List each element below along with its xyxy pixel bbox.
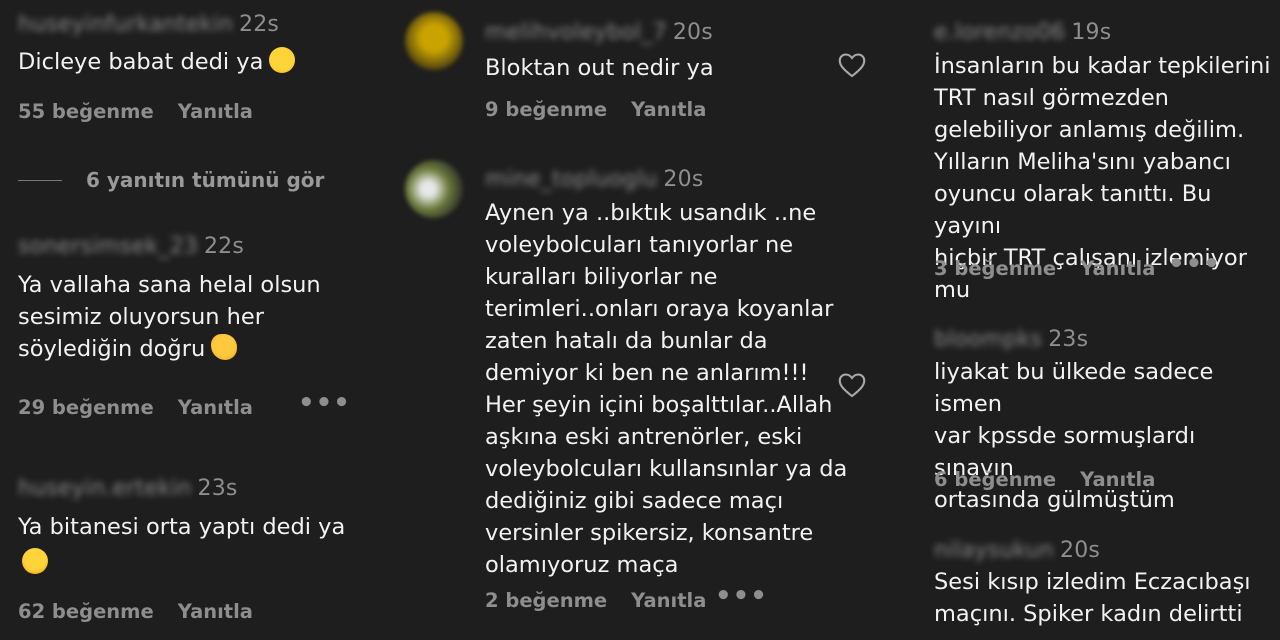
shocked-emoji-icon: [22, 548, 48, 574]
comment-actions: 6 beğenme Yanıtla: [934, 468, 1155, 491]
comment-column-middle: melihvoleybol_7 20s Bloktan out nedir ya …: [395, 0, 885, 640]
comment-username-row[interactable]: huseyin.ertekin 23s: [18, 476, 238, 501]
timestamp[interactable]: 22s: [204, 234, 244, 259]
reply-button[interactable]: Yanıtla: [1080, 257, 1155, 280]
reply-button[interactable]: Yanıtla: [178, 100, 253, 123]
comment-actions: 2 beğenme Yanıtla: [485, 589, 706, 612]
view-replies-button[interactable]: 6 yanıtın tümünü gör: [86, 168, 324, 192]
comment-text: Aynen ya ..bıktık usandık ..ne voleybolc…: [485, 200, 848, 578]
comment-body: Ya bitanesi orta yaptı dedi ya: [18, 514, 346, 540]
laughing-emoji-icon: [269, 47, 296, 73]
reply-button[interactable]: Yanıtla: [631, 589, 706, 612]
timestamp[interactable]: 23s: [1048, 327, 1088, 352]
username[interactable]: nilaysukun: [934, 538, 1054, 563]
timestamp[interactable]: 20s: [663, 167, 703, 192]
comment-actions: 55 beğenme Yanıtla: [18, 100, 253, 123]
username[interactable]: e.lorenzo06: [934, 20, 1065, 45]
username[interactable]: melihvoleybol_7: [485, 20, 667, 45]
timestamp[interactable]: 20s: [673, 20, 713, 45]
comment-text: Bloktan out nedir ya: [485, 55, 714, 81]
comment-body: Ya vallaha sana helal olsun sesimiz oluy…: [18, 272, 321, 362]
like-count[interactable]: 9 beğenme: [485, 98, 607, 121]
like-count[interactable]: 2 beğenme: [485, 589, 607, 612]
comment-username-row[interactable]: nilaysukun 20s: [934, 538, 1100, 563]
comment-username-row[interactable]: sonersimsek_23 22s: [18, 234, 244, 259]
username[interactable]: sonersimsek_23: [18, 234, 198, 259]
timestamp[interactable]: 22s: [239, 12, 279, 37]
avatar[interactable]: [405, 12, 463, 70]
comment-actions: 29 beğenme Yanıtla: [18, 396, 253, 419]
comment-text: Sesi kısıp izledim Eczacıbaşı maçını. Sp…: [934, 569, 1251, 627]
username[interactable]: mine_topluoglu: [485, 167, 657, 192]
like-count[interactable]: 3 beğenme: [934, 257, 1056, 280]
more-options-icon[interactable]: •••: [298, 388, 351, 418]
comment-column-left: huseyinfurkantekin 22s Dicleye babat dedi…: [0, 0, 380, 640]
comment-text: Ya vallaha sana helal olsun sesimiz oluy…: [18, 269, 378, 365]
more-options-icon[interactable]: •••: [715, 581, 768, 611]
comment-body: Dicleye babat dedi ya: [18, 49, 264, 75]
avatar[interactable]: [405, 160, 463, 218]
reply-button[interactable]: Yanıtla: [631, 98, 706, 121]
like-heart-icon[interactable]: [838, 372, 866, 398]
comment-username-row[interactable]: mine_topluoglu 20s: [485, 167, 703, 192]
username[interactable]: bloompks: [934, 327, 1042, 352]
comment-actions: 62 beğenme Yanıtla: [18, 600, 253, 623]
comment-username-row[interactable]: bloompks 23s: [934, 327, 1088, 352]
comment-text: liyakat bu ülkede sadece ismen var kpssd…: [934, 359, 1214, 513]
divider-line: [18, 180, 62, 181]
like-heart-icon[interactable]: [838, 52, 866, 78]
comment-column-right: e.lorenzo06 19s İnsanların bu kadar tepki…: [920, 0, 1280, 640]
comment-actions: 3 beğenme Yanıtla: [934, 257, 1155, 280]
comment-text: Ya bitanesi orta yaptı dedi ya: [18, 511, 366, 543]
username[interactable]: huseyinfurkantekin: [18, 12, 233, 37]
timestamp[interactable]: 19s: [1071, 20, 1111, 45]
like-count[interactable]: 6 beğenme: [934, 468, 1056, 491]
timestamp[interactable]: 20s: [1060, 538, 1100, 563]
like-count[interactable]: 62 beğenme: [18, 600, 154, 623]
timestamp[interactable]: 23s: [198, 476, 238, 501]
comment-username-row[interactable]: e.lorenzo06 19s: [934, 20, 1111, 45]
comment-actions: 9 beğenme Yanıtla: [485, 98, 706, 121]
comment-text: Dicleye babat dedi ya: [18, 46, 296, 78]
comment-username-row[interactable]: huseyinfurkantekin 22s: [18, 12, 279, 37]
like-count[interactable]: 55 beğenme: [18, 100, 154, 123]
username[interactable]: huseyin.ertekin: [18, 476, 192, 501]
reply-button[interactable]: Yanıtla: [178, 600, 253, 623]
like-count[interactable]: 29 beğenme: [18, 396, 154, 419]
more-options-icon[interactable]: •••: [1168, 249, 1221, 279]
reply-button[interactable]: Yanıtla: [1080, 468, 1155, 491]
comment-username-row[interactable]: melihvoleybol_7 20s: [485, 20, 713, 45]
clapping-emoji-icon: [211, 334, 238, 360]
reply-button[interactable]: Yanıtla: [178, 396, 253, 419]
